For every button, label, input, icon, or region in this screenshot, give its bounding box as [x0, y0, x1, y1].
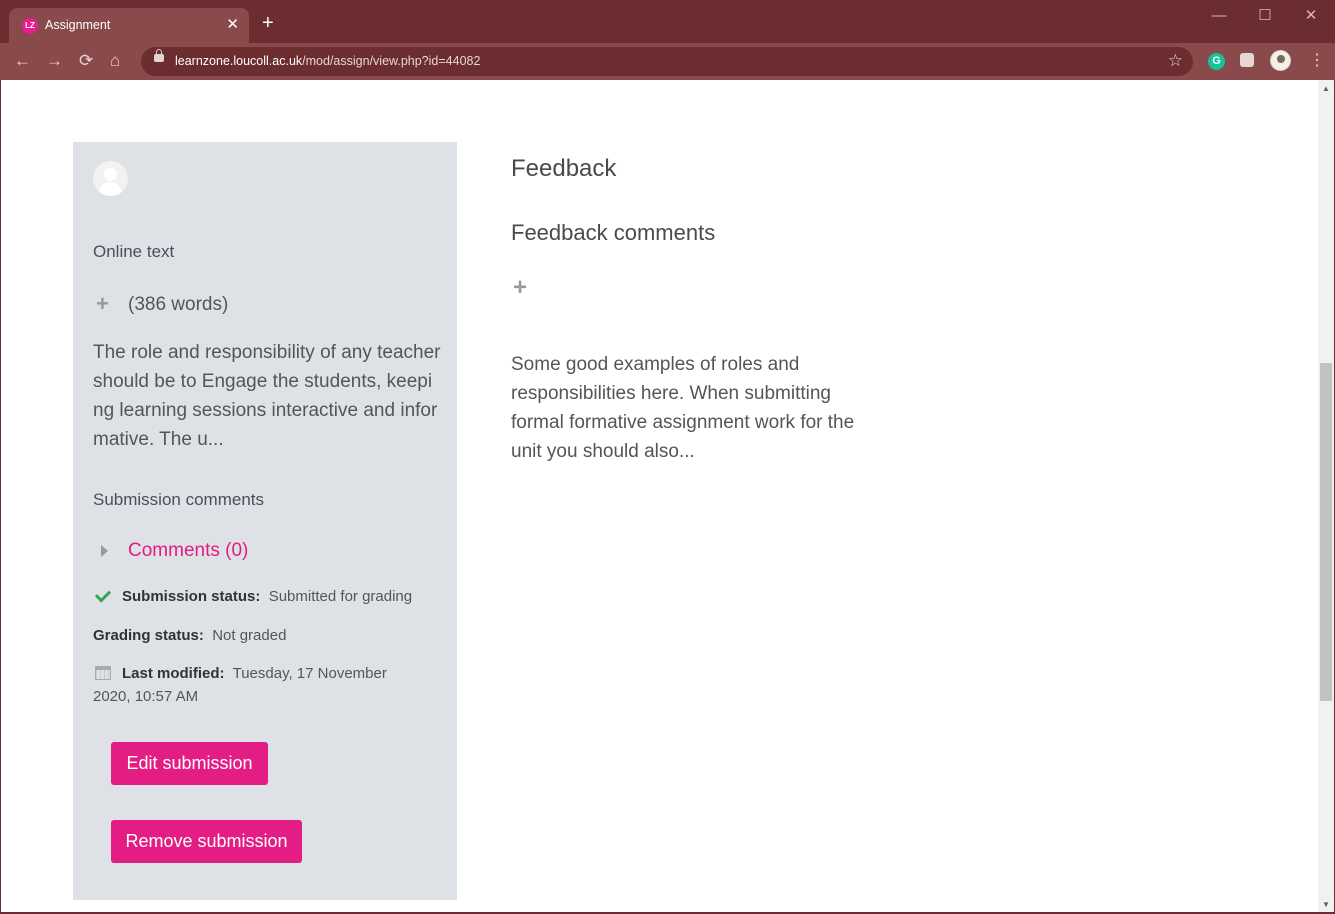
scroll-down-arrow-icon[interactable]: ▼ — [1318, 900, 1334, 910]
word-count: (386 words) — [128, 294, 229, 315]
extensions-puzzle-icon[interactable] — [1240, 53, 1254, 67]
submission-panel: Online text + (386 words) The role and r… — [73, 142, 457, 900]
browser-tab[interactable]: LZ Assignment ✕ — [9, 8, 249, 43]
submission-comments-heading: Submission comments — [93, 490, 265, 509]
remove-submission-button[interactable]: Remove submission — [111, 820, 302, 863]
expand-plus-icon[interactable]: + — [96, 293, 109, 315]
window-maximize-icon[interactable]: ☐ — [1242, 6, 1288, 26]
forward-icon[interactable]: → — [46, 51, 63, 71]
avatar-body-shape — [99, 182, 122, 196]
submission-status: Submission status: Submitted for grading — [122, 588, 412, 605]
grading-status-label: Grading status: — [93, 627, 204, 644]
user-avatar — [93, 161, 128, 196]
address-bar[interactable]: learnzone.loucoll.ac.uk/mod/assign/view.… — [141, 47, 1193, 76]
site-favicon-icon: LZ — [22, 18, 38, 34]
page-scrollbar[interactable]: ▲ ▼ — [1318, 80, 1334, 912]
comments-link[interactable]: Comments (0) — [128, 540, 248, 562]
submission-status-value: Submitted for grading — [268, 588, 413, 605]
caret-right-icon[interactable] — [101, 545, 108, 557]
calendar-icon — [95, 666, 111, 680]
feedback-heading: Feedback — [511, 155, 617, 182]
url-text: learnzone.loucoll.ac.uk/mod/assign/view.… — [175, 54, 480, 68]
browser-menu-icon[interactable]: ⋮ — [1309, 51, 1325, 71]
back-icon[interactable]: ← — [14, 51, 31, 71]
window-border-left — [0, 80, 1, 914]
feedback-comments-heading: Feedback comments — [511, 220, 716, 245]
tab-title: Assignment — [45, 18, 111, 32]
tab-close-icon[interactable]: ✕ — [226, 16, 239, 34]
scrollbar-thumb[interactable] — [1320, 363, 1332, 701]
scroll-up-arrow-icon[interactable]: ▲ — [1318, 84, 1334, 94]
grading-status: Grading status: Not graded — [93, 627, 286, 644]
home-icon[interactable]: ⌂ — [110, 51, 120, 71]
avatar-head-shape — [104, 168, 117, 181]
last-modified-value-cont: 2020, 10:57 AM — [93, 688, 199, 705]
lock-icon — [154, 49, 164, 62]
check-icon — [94, 586, 112, 603]
window-close-icon[interactable]: ✕ — [1288, 6, 1334, 26]
grammarly-extension-icon[interactable]: G — [1208, 53, 1225, 70]
last-modified-label: Last modified: — [122, 665, 225, 682]
new-tab-icon[interactable]: + — [262, 13, 274, 33]
feedback-expand-plus-icon[interactable]: + — [513, 276, 527, 300]
url-path: /mod/assign/view.php?id=44082 — [302, 54, 481, 68]
last-modified: Last modified: Tuesday, 17 November — [122, 665, 387, 682]
window-minimize-icon[interactable]: — — [1196, 6, 1242, 26]
online-text-heading: Online text — [93, 242, 175, 261]
reload-icon[interactable]: ⟳ — [79, 51, 93, 71]
tab-strip: LZ Assignment ✕ + — ☐ ✕ — [0, 0, 1335, 43]
bookmark-star-icon[interactable]: ☆ — [1168, 51, 1183, 71]
browser-toolbar: ← → ⟳ ⌂ learnzone.loucoll.ac.uk/mod/assi… — [0, 43, 1335, 80]
submission-status-label: Submission status: — [122, 588, 261, 605]
edit-submission-button[interactable]: Edit submission — [111, 742, 268, 785]
profile-avatar[interactable] — [1270, 50, 1291, 71]
online-text-excerpt: The role and responsibility of any teach… — [93, 342, 441, 450]
grading-status-value: Not graded — [212, 627, 287, 644]
feedback-comment-text: Some good examples of roles and responsi… — [511, 354, 855, 462]
last-modified-value: Tuesday, 17 November — [232, 665, 387, 682]
url-host: learnzone.loucoll.ac.uk — [175, 54, 303, 68]
